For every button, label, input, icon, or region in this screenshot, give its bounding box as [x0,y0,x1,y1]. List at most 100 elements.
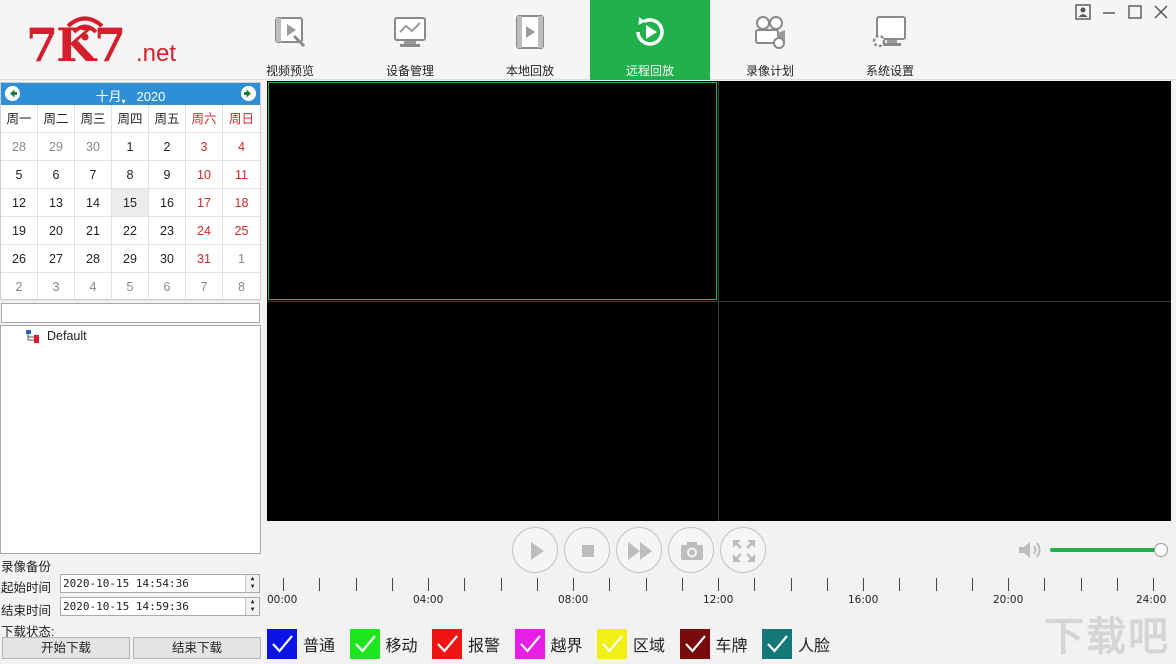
video-pane-4[interactable] [719,302,1171,521]
checkbox-icon[interactable] [597,629,627,659]
calendar-day[interactable]: 4 [75,273,112,301]
calendar-day[interactable]: 21 [75,217,112,245]
play-button[interactable] [512,527,558,573]
legend-item[interactable]: 区域 [597,629,665,659]
video-pane-3[interactable] [267,302,718,521]
minimize-icon[interactable] [1100,2,1118,22]
calendar-day[interactable]: 23 [149,217,186,245]
calendar-day[interactable]: 20 [38,217,75,245]
tree-node-default[interactable]: Default [25,328,87,344]
maximize-icon[interactable] [1126,2,1144,22]
calendar-month[interactable]: 十月 [96,89,122,104]
checkbox-icon[interactable] [349,629,380,659]
checkbox-icon[interactable] [432,629,462,659]
timeline[interactable]: 00:00 04:00 08:00 12:00 16:00 20:00 24:00 [267,574,1171,608]
calendar-day[interactable]: 30 [149,245,186,273]
checkbox-icon[interactable] [679,629,710,659]
calendar-day[interactable]: 13 [38,189,75,217]
fast-forward-button[interactable] [616,527,662,573]
calendar-day[interactable]: 24 [186,217,223,245]
timeline-tick [681,578,683,591]
calendar-day[interactable]: 19 [1,217,38,245]
volume-slider[interactable] [1050,541,1169,559]
calendar-year[interactable]: 2020 [136,89,165,104]
calendar-day[interactable]: 5 [112,273,149,301]
checkbox-icon[interactable] [762,629,792,659]
calendar-day[interactable]: 16 [149,189,186,217]
calendar-day[interactable]: 17 [186,189,223,217]
calendar-title[interactable]: 十月▾ 2020 [1,86,260,106]
nav-local-playback[interactable]: 本地回放 [470,0,590,80]
calendar-day[interactable]: 3 [38,273,75,301]
volume-icon[interactable] [1017,539,1045,561]
nav-remote-playback[interactable]: 远程回放 [590,0,710,80]
fullscreen-button[interactable] [720,527,766,573]
nav-label: 本地回放 [505,64,554,78]
calendar-day[interactable]: 25 [223,217,260,245]
video-pane-1[interactable] [268,82,717,300]
calendar-day[interactable]: 7 [75,161,112,189]
legend-item[interactable]: 越界 [514,629,583,659]
snapshot-button[interactable] [668,527,714,573]
stop-download-button[interactable]: 结束下载 [133,637,261,659]
nav-record-schedule[interactable]: 录像计划 [710,0,830,80]
checkbox-icon[interactable] [514,629,545,659]
calendar-day[interactable]: 1 [112,133,149,161]
fast-forward-icon [628,542,652,560]
calendar-day[interactable]: 12 [1,189,38,217]
end-time-spinner[interactable]: ▲ ▼ [245,598,259,615]
calendar-day[interactable]: 18 [223,189,260,217]
video-preview-icon [275,17,306,48]
start-download-button[interactable]: 开始下载 [2,637,130,659]
calendar-day[interactable]: 4 [223,133,260,161]
calendar-day[interactable]: 2 [1,273,38,301]
next-month-icon[interactable] [241,86,256,101]
end-time-field[interactable]: 2020-10-15 14:59:36 ▲ ▼ [60,597,260,616]
calendar-day[interactable]: 9 [149,161,186,189]
calendar-day[interactable]: 27 [38,245,75,273]
calendar-day[interactable]: 7 [186,273,223,301]
calendar-day[interactable]: 28 [75,245,112,273]
calendar-day[interactable]: 3 [186,133,223,161]
calendar-day[interactable]: 29 [38,133,75,161]
calendar-day[interactable]: 26 [1,245,38,273]
timeline-tick [1080,578,1082,591]
calendar-day[interactable]: 29 [112,245,149,273]
video-pane-2[interactable] [719,81,1171,301]
calendar-day[interactable]: 14 [75,189,112,217]
nav-video-preview[interactable]: 视频预览 [230,0,350,80]
calendar-day[interactable]: 6 [149,273,186,301]
legend-item[interactable]: 人脸 [762,629,830,659]
month-dropdown-icon[interactable]: ▾ [122,97,126,106]
calendar-header: 十月▾ 2020 [1,83,260,106]
legend-item[interactable]: 移动 [349,629,418,659]
close-icon[interactable] [1152,2,1170,22]
calendar-day[interactable]: 8 [112,161,149,189]
nav-device-manage[interactable]: 设备管理 [350,0,470,80]
nav-system-settings[interactable]: 系统设置 [830,0,950,80]
calendar-day[interactable]: 2 [149,133,186,161]
user-icon[interactable] [1074,2,1092,22]
film-icon [516,15,544,49]
start-time-spinner[interactable]: ▲ ▼ [245,575,259,592]
calendar-day[interactable]: 15 [112,189,149,217]
legend-item[interactable]: 普通 [267,629,335,659]
legend-item[interactable]: 车牌 [679,629,748,659]
legend-item[interactable]: 报警 [432,629,500,659]
tree-filter-input[interactable] [1,303,260,323]
calendar-day[interactable]: 1 [223,245,260,273]
calendar-day[interactable]: 31 [186,245,223,273]
weekday-header: 周六 [186,105,223,133]
start-time-field[interactable]: 2020-10-15 14:54:36 ▲ ▼ [60,574,260,593]
calendar-day[interactable]: 8 [223,273,260,301]
calendar-day[interactable]: 30 [75,133,112,161]
calendar-day[interactable]: 5 [1,161,38,189]
volume-knob[interactable] [1154,543,1169,557]
calendar-day[interactable]: 11 [223,161,260,189]
calendar-day[interactable]: 28 [1,133,38,161]
calendar-day[interactable]: 10 [186,161,223,189]
calendar-day[interactable]: 22 [112,217,149,245]
stop-button[interactable] [564,527,610,573]
checkbox-icon[interactable] [267,629,297,659]
calendar-day[interactable]: 6 [38,161,75,189]
